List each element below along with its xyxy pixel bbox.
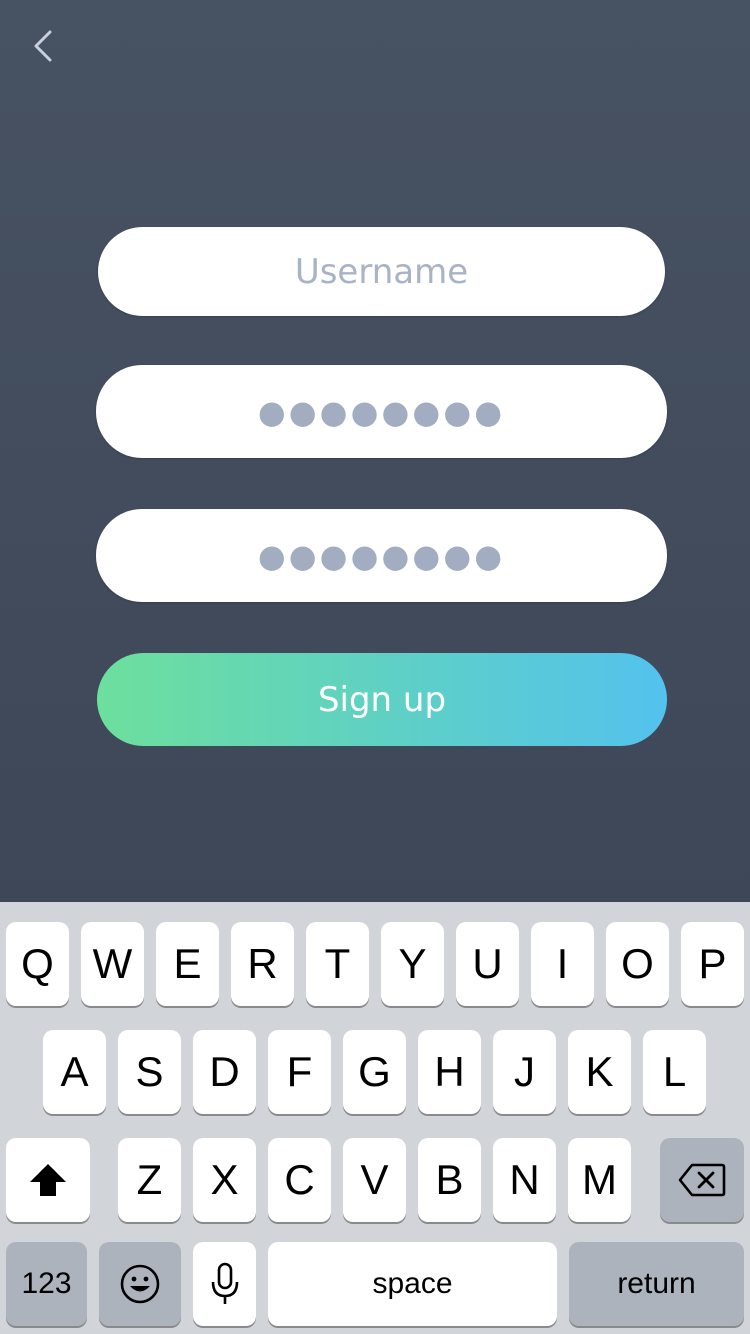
return-key[interactable]: return xyxy=(569,1242,744,1326)
key-j[interactable]: J xyxy=(493,1030,556,1114)
key-t[interactable]: T xyxy=(306,922,369,1006)
username-field[interactable] xyxy=(98,227,665,316)
key-y[interactable]: Y xyxy=(381,922,444,1006)
key-n[interactable]: N xyxy=(493,1138,556,1222)
username-input[interactable] xyxy=(98,250,665,293)
key-p[interactable]: P xyxy=(681,922,744,1006)
password-mask: ●●●●●●●● xyxy=(257,392,506,431)
chevron-left-icon xyxy=(34,30,52,62)
confirm-password-mask: ●●●●●●●● xyxy=(257,536,506,575)
key-a[interactable]: A xyxy=(43,1030,106,1114)
signup-button[interactable]: Sign up xyxy=(97,653,667,746)
key-v[interactable]: V xyxy=(343,1138,406,1222)
key-e[interactable]: E xyxy=(156,922,219,1006)
space-key[interactable]: space xyxy=(268,1242,557,1326)
key-b[interactable]: B xyxy=(418,1138,481,1222)
key-u[interactable]: U xyxy=(456,922,519,1006)
key-s[interactable]: S xyxy=(118,1030,181,1114)
emoji-key[interactable] xyxy=(99,1242,181,1326)
shift-icon xyxy=(30,1164,66,1196)
microphone-icon xyxy=(211,1262,238,1304)
key-r[interactable]: R xyxy=(231,922,294,1006)
key-h[interactable]: H xyxy=(418,1030,481,1114)
dictation-key[interactable] xyxy=(193,1242,256,1326)
key-l[interactable]: L xyxy=(643,1030,706,1114)
key-f[interactable]: F xyxy=(268,1030,331,1114)
key-c[interactable]: C xyxy=(268,1138,331,1222)
delete-key[interactable] xyxy=(660,1138,744,1222)
backspace-icon xyxy=(678,1163,726,1197)
keyboard: Q W E R T Y U I O P A S D F G H J K L Z … xyxy=(0,902,750,1334)
back-button[interactable] xyxy=(22,24,66,68)
key-i[interactable]: I xyxy=(531,922,594,1006)
emoji-icon xyxy=(120,1264,160,1304)
key-k[interactable]: K xyxy=(568,1030,631,1114)
numbers-key[interactable]: 123 xyxy=(6,1242,87,1326)
key-z[interactable]: Z xyxy=(118,1138,181,1222)
confirm-password-field[interactable]: ●●●●●●●● xyxy=(96,509,667,602)
key-o[interactable]: O xyxy=(606,922,669,1006)
signup-button-label: Sign up xyxy=(317,679,447,720)
key-d[interactable]: D xyxy=(193,1030,256,1114)
signup-screen: ●●●●●●●● ●●●●●●●● Sign up xyxy=(0,0,750,902)
key-w[interactable]: W xyxy=(81,922,144,1006)
key-x[interactable]: X xyxy=(193,1138,256,1222)
shift-key[interactable] xyxy=(6,1138,90,1222)
key-m[interactable]: M xyxy=(568,1138,631,1222)
key-q[interactable]: Q xyxy=(6,922,69,1006)
key-g[interactable]: G xyxy=(343,1030,406,1114)
password-field[interactable]: ●●●●●●●● xyxy=(96,365,667,458)
